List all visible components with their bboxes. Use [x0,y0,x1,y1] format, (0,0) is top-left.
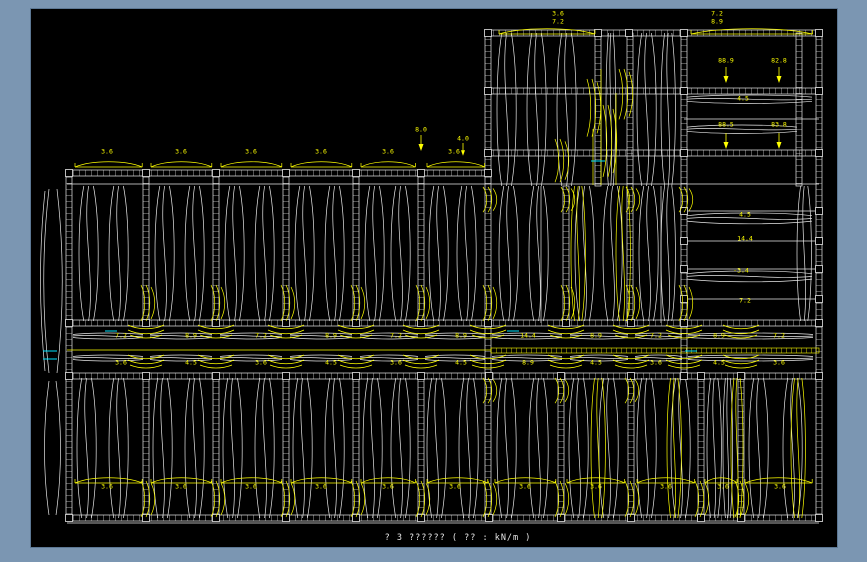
drawing-caption: ? 3 ?????? ( ?? : kN/m ) [384,533,532,543]
envelope-layer [41,32,814,519]
beam-grid-layer [65,29,823,523]
cad-canvas[interactable]: 3.6 3.6 3.6 3.6 3.6 3.6 3.6 7.2 7.2 8.9 88.9 82.8 4.… [30,8,838,548]
accent-marks-layer [43,161,697,359]
load-annotation-layer [67,27,820,519]
cad-viewport-frame: 3.6 3.6 3.6 3.6 3.6 3.6 3.6 7.2 7.2 8.9 88.9 82.8 4.… [0,0,867,562]
structural-drawing [31,27,823,549]
